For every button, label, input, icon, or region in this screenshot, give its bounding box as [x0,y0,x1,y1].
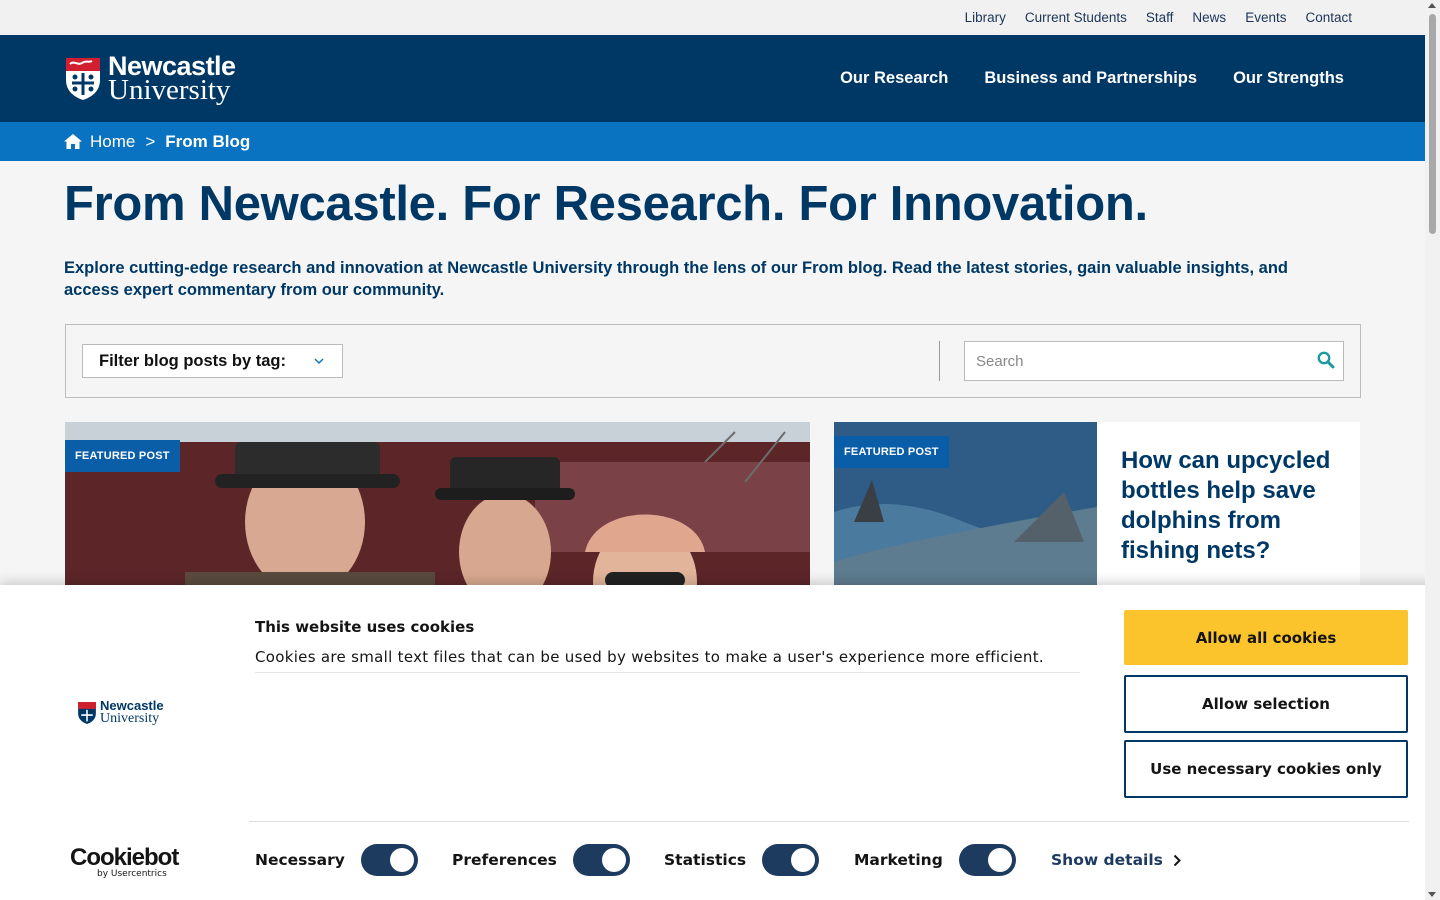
home-icon[interactable] [64,134,82,149]
toggle-label: Statistics [664,851,747,869]
toggle-marketing[interactable]: Marketing [854,844,1016,876]
scroll-down-icon[interactable] [1428,892,1436,897]
toggle-switch[interactable] [572,844,630,876]
toggle-label: Marketing [854,851,943,869]
chevron-down-icon [314,354,324,368]
cookie-logo-line2: University [100,711,160,726]
toggle-label: Preferences [452,851,557,869]
nav-our-strengths[interactable]: Our Strengths [1233,69,1344,88]
tag-filter-dropdown[interactable]: Filter blog posts by tag: [82,344,343,378]
filter-bar: Filter blog posts by tag: Search [65,324,1361,398]
nav-business-partnerships[interactable]: Business and Partnerships [984,69,1197,88]
page-title: From Newcastle. For Research. For Innova… [64,177,1148,231]
show-details-link[interactable]: Show details [1051,851,1181,869]
search-icon[interactable] [1317,351,1335,369]
toggle-switch[interactable] [762,844,820,876]
toggle-switch[interactable] [360,844,418,876]
allow-selection-button[interactable]: Allow selection [1124,675,1408,733]
search-input[interactable]: Search [964,341,1344,381]
page-intro: Explore cutting-edge research and innova… [64,259,1288,299]
cookie-text: Cookies are small text files that can be… [255,648,1080,673]
utility-nav: Library Current Students Staff News Even… [0,0,1440,35]
breadcrumb-home[interactable]: Home [90,132,135,152]
cookie-banner: Newcastle University This website uses c… [0,585,1440,900]
utility-link-contact[interactable]: Contact [1305,10,1352,25]
tag-filter-label: Filter blog posts by tag: [99,351,287,370]
utility-link-staff[interactable]: Staff [1146,10,1174,25]
toggle-switch[interactable] [958,844,1016,876]
logo-line2: University [108,73,231,106]
toggle-label: Necessary [255,851,345,869]
scroll-up-icon[interactable] [1428,3,1436,8]
toggle-necessary[interactable]: Necessary [255,844,418,876]
featured-badge: FEATURED POST [65,440,180,472]
utility-link-current-students[interactable]: Current Students [1025,10,1127,25]
featured-post-title[interactable]: How can upcycled bottles help save dolph… [1121,446,1336,566]
crest-icon [66,57,100,100]
breadcrumb-separator: > [145,131,156,151]
necessary-only-button[interactable]: Use necessary cookies only [1124,740,1408,798]
utility-link-news[interactable]: News [1192,10,1226,25]
toggle-preferences[interactable]: Preferences [452,844,630,876]
filter-divider [939,341,940,381]
nav-our-research[interactable]: Our Research [840,69,948,88]
cookiebot-logo: Cookiebot by Usercentrics [70,844,179,879]
cookie-brand-logo: Newcastle University [77,699,164,726]
toggle-statistics[interactable]: Statistics [664,844,820,876]
main-nav: Our Research Business and Partnerships O… [840,35,1344,122]
allow-all-cookies-button[interactable]: Allow all cookies [1124,610,1408,665]
chevron-right-icon [1173,854,1181,866]
utility-link-library[interactable]: Library [965,10,1006,25]
page-scrollbar[interactable] [1425,0,1440,900]
featured-badge: FEATURED POST [834,436,949,468]
scrollbar-thumb[interactable] [1429,14,1436,234]
cookie-title: This website uses cookies [255,618,475,636]
cookie-separator [249,821,1409,822]
search-placeholder: Search [976,352,1024,370]
university-logo[interactable]: Newcastle University [64,52,236,106]
cookiebot-wordmark: Cookiebot [70,844,179,871]
show-details-label: Show details [1051,851,1163,869]
breadcrumb: Home > From Blog [0,122,1440,161]
cookiebot-sub: by Usercentrics [97,869,167,879]
breadcrumb-current: From Blog [165,131,251,151]
utility-link-events[interactable]: Events [1245,10,1286,25]
masthead: Newcastle University Our Research Busine… [0,35,1440,122]
crest-icon [78,701,96,724]
